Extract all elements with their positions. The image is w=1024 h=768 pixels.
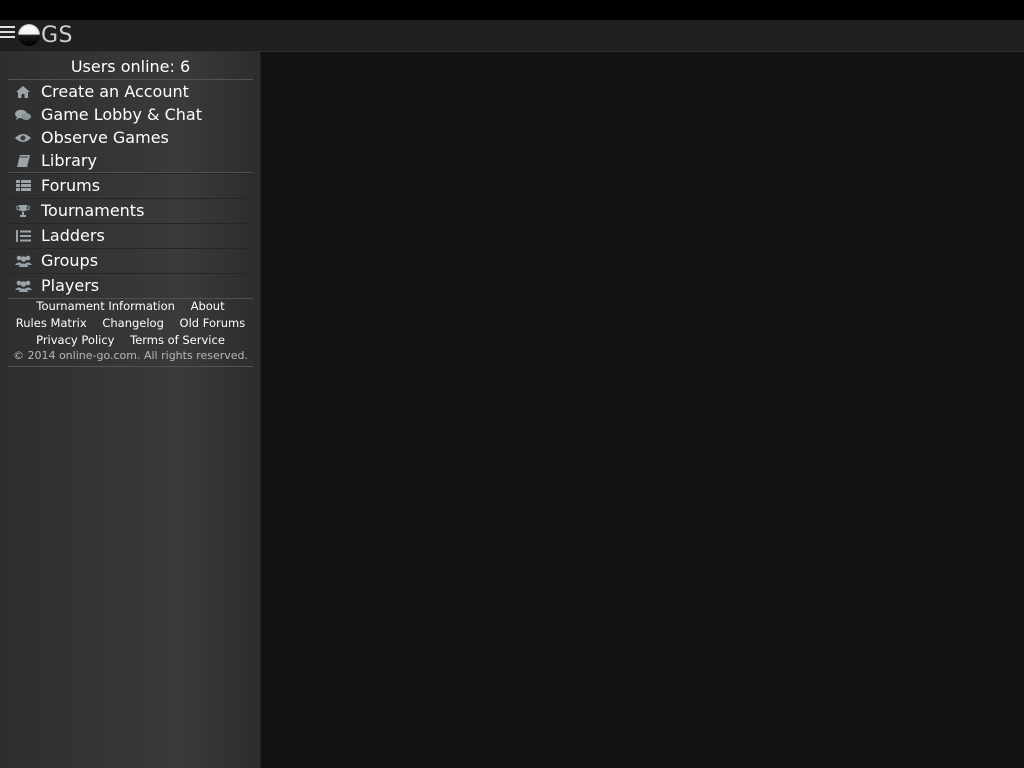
link-old-forums[interactable]: Old Forums xyxy=(180,316,246,330)
sidebar-item-create-account[interactable]: Create an Account xyxy=(8,80,253,103)
sidebar-item-players[interactable]: Players xyxy=(8,273,253,299)
sidebar-item-tournaments[interactable]: Tournaments xyxy=(8,198,253,224)
sidebar-item-library[interactable]: Library xyxy=(8,149,253,172)
sidebar-item-label: Observe Games xyxy=(41,128,169,147)
list-icon xyxy=(14,179,32,193)
link-changelog[interactable]: Changelog xyxy=(102,316,164,330)
users-online-count: Users online: 6 xyxy=(8,57,253,80)
go-stone-icon xyxy=(18,24,40,46)
hamburger-icon[interactable] xyxy=(0,26,15,39)
home-icon xyxy=(14,85,32,99)
navbar: GS xyxy=(0,20,1024,52)
link-tournament-information[interactable]: Tournament Information xyxy=(36,299,175,313)
link-privacy-policy[interactable]: Privacy Policy xyxy=(36,333,114,347)
logo-text: GS xyxy=(41,22,74,48)
sidebar-item-label: Create an Account xyxy=(41,82,189,101)
top-black-bar xyxy=(0,0,1024,20)
link-terms-of-service[interactable]: Terms of Service xyxy=(130,333,225,347)
sidebar-item-label: Library xyxy=(41,151,97,170)
sidebar-item-forums[interactable]: Forums xyxy=(8,173,253,199)
main-content-area xyxy=(261,52,1024,768)
sidebar-item-game-lobby[interactable]: Game Lobby & Chat xyxy=(8,103,253,126)
chat-bubbles-icon xyxy=(14,108,32,122)
primary-nav: Create an Account Game Lobby & Chat Obse… xyxy=(8,80,253,173)
link-rules-matrix[interactable]: Rules Matrix xyxy=(16,316,87,330)
link-about[interactable]: About xyxy=(191,299,225,313)
sidebar-item-label: Players xyxy=(41,276,100,295)
footer-links: Tournament Information About Rules Matri… xyxy=(8,298,253,349)
trophy-icon xyxy=(14,204,32,218)
sidebar-item-ladders[interactable]: Ladders xyxy=(8,223,253,249)
players-icon xyxy=(14,279,32,293)
sidebar-item-label: Game Lobby & Chat xyxy=(41,105,202,124)
sidebar-item-label: Forums xyxy=(41,176,101,195)
sidebar-item-label: Ladders xyxy=(41,226,105,245)
sidebar-item-observe-games[interactable]: Observe Games xyxy=(8,126,253,149)
sidebar-item-label: Tournaments xyxy=(41,201,145,220)
sidebar-item-groups[interactable]: Groups xyxy=(8,248,253,274)
sidebar: Users online: 6 Create an Account Game L… xyxy=(0,52,261,768)
sidebar-item-label: Groups xyxy=(41,251,99,270)
copyright-text: © 2014 online-go.com. All rights reserve… xyxy=(8,349,253,367)
ladder-list-icon xyxy=(14,229,32,243)
eye-icon xyxy=(14,131,32,145)
site-logo[interactable]: GS xyxy=(18,22,73,48)
book-icon xyxy=(14,154,32,168)
group-icon xyxy=(14,254,32,268)
